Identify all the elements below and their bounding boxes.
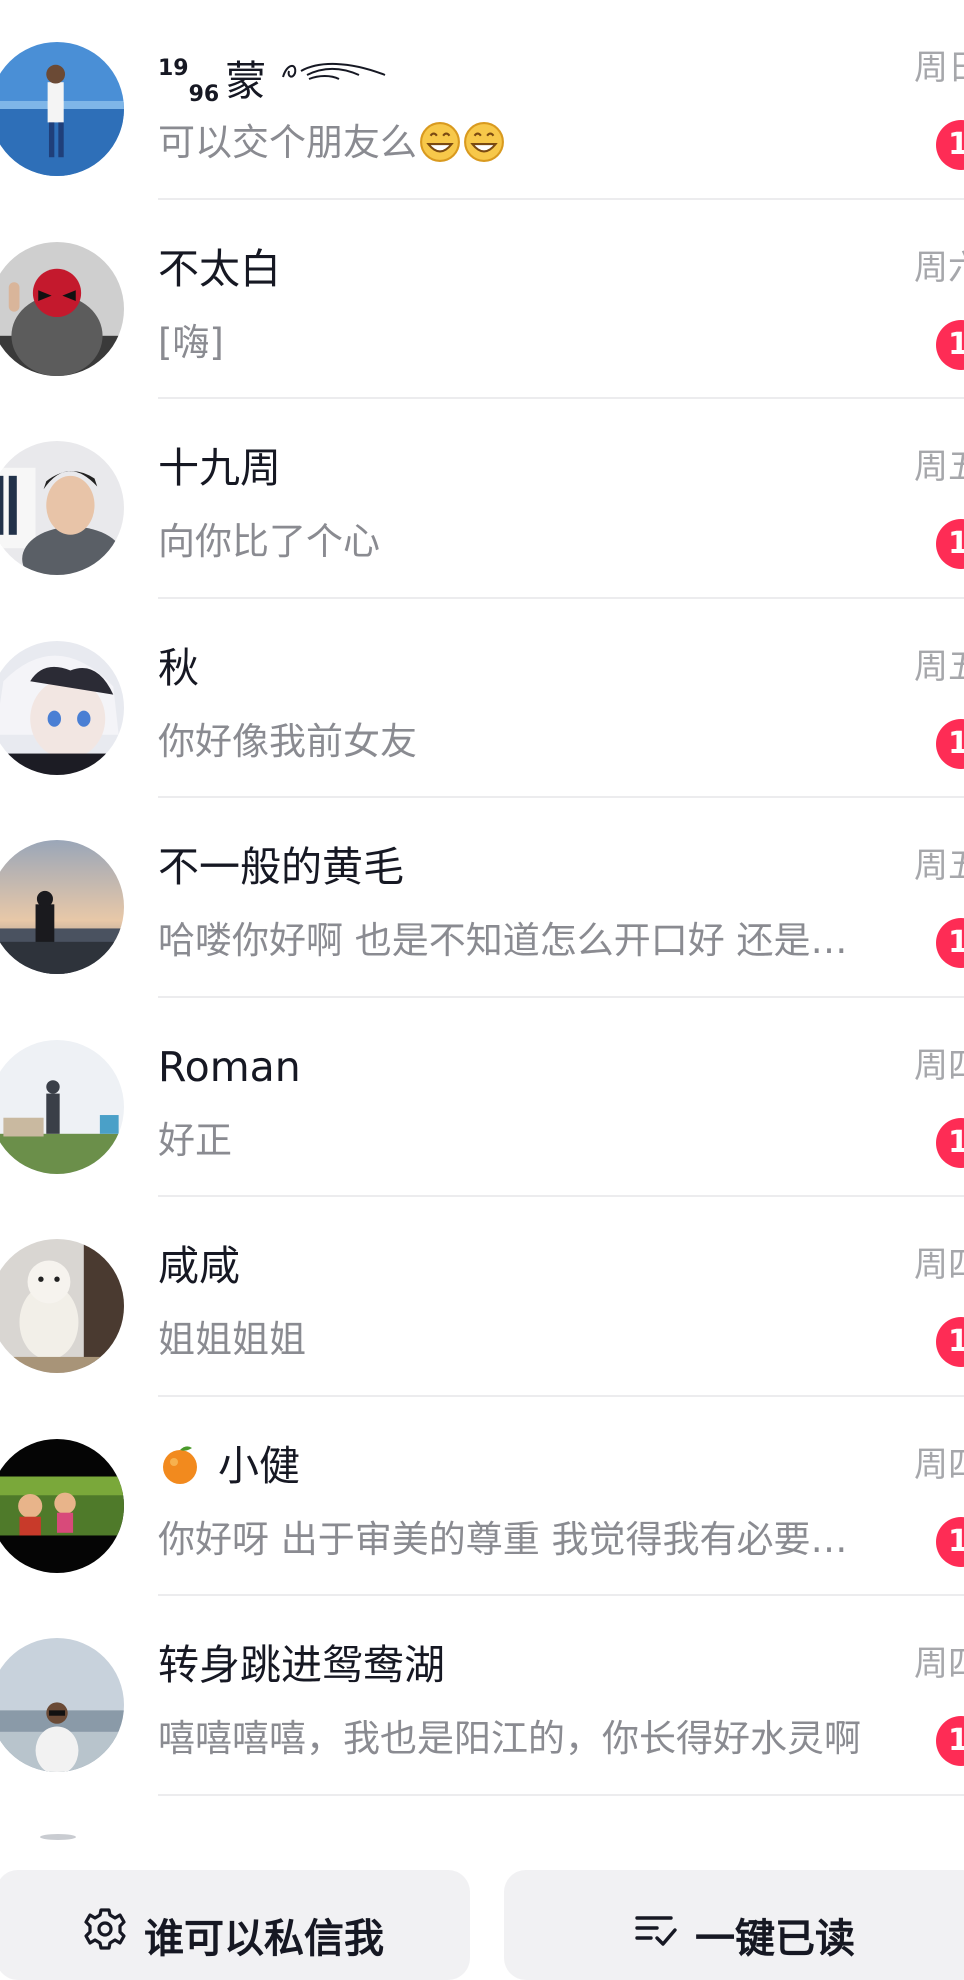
conversation-row[interactable]: 秋 你好像我前女友 周五 1 (0, 598, 964, 798)
conversation-list: 1996蒙 可以交个朋友么 周日 1 (0, 0, 964, 1796)
unread-badge: 1 (936, 120, 964, 170)
conversation-row[interactable]: Roman 好正 周四 1 (0, 997, 964, 1197)
message-preview: 好正 (158, 1118, 232, 1162)
unread-badge: 1 (936, 519, 964, 569)
conversation-row[interactable]: 不一般的黄毛 哈喽你好啊 也是不知道怎么开口好 还是… 周五 1 (0, 798, 964, 998)
message-preview: 可以交个朋友么 (158, 118, 898, 168)
name-text: 小健 (218, 1441, 300, 1490)
who-can-message-me-button[interactable]: 谁可以私信我 (0, 1870, 470, 1980)
conversation-row[interactable]: 十九周 向你比了个心 周五 1 (0, 399, 964, 599)
conversation-name: 咸咸 (158, 1242, 240, 1290)
name-prefix-sub: 96 (188, 82, 220, 107)
conversation-name: 不太白 (158, 244, 281, 293)
conversation-row[interactable]: 小健 你好呀 出于审美的尊重 我觉得我有必要… 周四 1 (0, 1396, 964, 1596)
avatar[interactable] (0, 441, 124, 575)
avatar[interactable] (0, 42, 124, 176)
avatar[interactable] (0, 1239, 124, 1373)
message-time: 周四 (914, 1245, 964, 1285)
unread-badge: 1 (936, 319, 964, 370)
message-time: 周四 (914, 1644, 964, 1684)
who-can-message-me-label: 谁可以私信我 (144, 1916, 384, 1962)
avatar-image (0, 241, 124, 376)
message-time: 周五 (914, 646, 964, 687)
message-preview: 姐姐姐姐 (158, 1318, 306, 1361)
avatar[interactable] (0, 1638, 124, 1772)
avatar[interactable] (0, 1438, 124, 1573)
partial-avatar (40, 1834, 76, 1840)
avatar-image (0, 840, 124, 974)
conversation-row[interactable]: 不太白 [嗨] 周六 1 (0, 199, 964, 399)
conversation-name: 1996 蒙 (158, 44, 389, 120)
message-preview: 向你比了个心 (158, 520, 380, 563)
grin-emoji-icon (464, 122, 504, 162)
unread-badge: 1 (936, 918, 964, 968)
message-time: 周四 (914, 1045, 964, 1086)
preview-text: 可以交个朋友么 (158, 121, 417, 164)
message-time: 周四 (914, 1444, 964, 1485)
mark-all-read-button[interactable]: 一键已读 (504, 1870, 964, 1980)
message-preview: 哈喽你好啊 也是不知道怎么开口好 还是… (158, 919, 848, 962)
conversation-name: 小健 (158, 1441, 300, 1491)
avatar-image (0, 1039, 124, 1174)
avatar-image (0, 1638, 124, 1772)
message-time: 周五 (914, 846, 964, 886)
conversation-name: Roman (158, 1042, 301, 1091)
message-preview: 你好呀 出于审美的尊重 我觉得我有必要… (158, 1517, 848, 1561)
conversation-row[interactable]: 转身跳进鸳鸯湖 嘻嘻嘻嘻，我也是阳江的，你长得好水灵啊 周四 1 (0, 1596, 964, 1796)
avatar[interactable] (0, 640, 124, 775)
avatar-image (0, 1438, 124, 1573)
message-time: 周五 (914, 447, 964, 487)
unread-badge: 1 (936, 718, 964, 769)
avatar-image (0, 640, 124, 775)
avatar[interactable] (0, 840, 124, 974)
conversation-row[interactable]: 1996蒙 可以交个朋友么 周日 1 (0, 0, 964, 200)
list-check-icon (635, 1916, 677, 1946)
avatar-image (0, 441, 124, 575)
unread-badge: 1 (936, 1716, 964, 1766)
name-prefix-sup: 19 (158, 56, 189, 81)
conversation-name: 十九周 (158, 444, 281, 492)
conversation-name: 不一般的黄毛 (158, 843, 404, 891)
message-preview: [嗨] (158, 320, 224, 364)
message-preview: 你好像我前女友 (158, 719, 417, 763)
gear-icon (84, 1908, 126, 1950)
unread-badge: 1 (936, 1317, 964, 1367)
unread-badge: 1 (936, 1117, 964, 1168)
unread-badge: 1 (936, 1516, 964, 1567)
message-time: 周日 (914, 48, 964, 88)
conversation-row[interactable]: 咸咸 姐姐姐姐 周四 1 (0, 1197, 964, 1397)
bottom-action-bar: 谁可以私信我 一键已读 (0, 1868, 964, 1980)
row-divider (158, 1793, 964, 1796)
avatar-image (0, 42, 124, 176)
mark-all-read-label: 一键已读 (695, 1916, 855, 1962)
conversation-name: 转身跳进鸳鸯湖 (158, 1641, 445, 1689)
message-preview: 嘻嘻嘻嘻，我也是阳江的，你长得好水灵啊 (158, 1717, 861, 1760)
orange-icon (163, 1445, 197, 1484)
avatar[interactable] (0, 241, 124, 376)
avatar-image (0, 1239, 124, 1373)
name-text: 蒙 (225, 57, 267, 105)
avatar[interactable] (0, 1039, 124, 1174)
wing-decoration-icon (282, 63, 386, 80)
conversation-name: 秋 (158, 643, 199, 692)
grin-emoji-icon (420, 122, 460, 162)
message-time: 周六 (914, 247, 964, 288)
